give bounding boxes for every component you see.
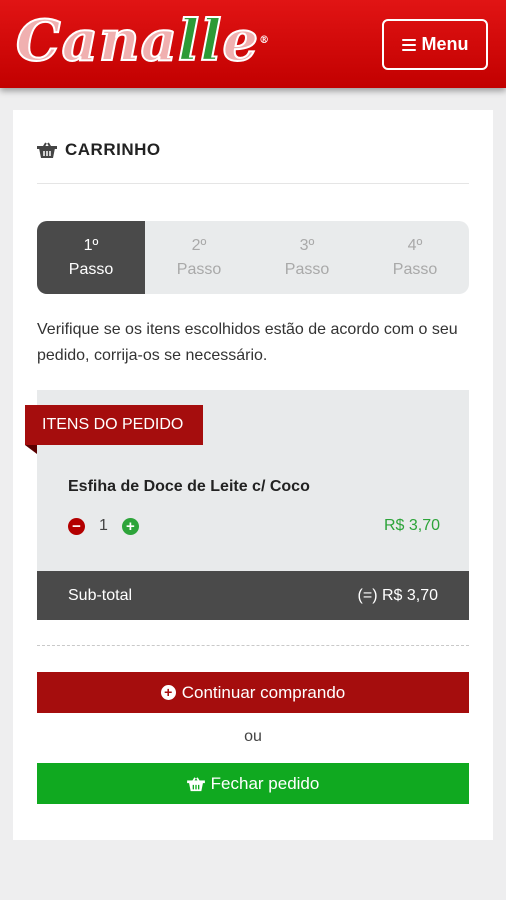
logo[interactable]: Canalle® — [15, 7, 270, 75]
basket-icon — [186, 776, 205, 791]
step-2[interactable]: 2º Passo — [145, 221, 253, 294]
close-order-button[interactable]: Fechar pedido — [37, 763, 469, 804]
step-number: 4º — [407, 236, 423, 254]
or-separator: ou — [244, 728, 262, 745]
ribbon-fold — [25, 445, 37, 454]
item-price: R$ 3,70 — [383, 517, 440, 534]
plus-circle-icon[interactable]: + — [121, 517, 139, 535]
page-title: CARRINHO — [65, 140, 161, 159]
menu-button[interactable]: Menu — [382, 19, 488, 70]
steps-indicator: 1º Passo 2º Passo 3º Passo 4º Passo — [37, 221, 469, 294]
plus-circle-icon: + — [160, 685, 176, 700]
continue-shopping-button[interactable]: + Continuar comprando — [37, 672, 469, 713]
basket-icon — [37, 142, 57, 158]
product-name: Esfiha de Doce de Leite c/ Coco — [68, 478, 310, 495]
cart-card: CARRINHO 1º Passo 2º Passo 3º Passo 4º P… — [13, 110, 493, 840]
menu-label: Menu — [421, 34, 469, 54]
step-label: Passo — [392, 260, 438, 278]
subtotal-value: (=) R$ 3,70 — [357, 586, 438, 604]
close-label: Fechar pedido — [210, 773, 320, 793]
continue-label: Continuar comprando — [181, 682, 346, 702]
minus-circle-icon[interactable]: − — [68, 517, 85, 535]
items-ribbon: ITENS DO PEDIDO — [25, 405, 203, 445]
dashed-divider — [37, 645, 469, 646]
step-1[interactable]: 1º Passo — [37, 221, 145, 294]
step-number: 2º — [191, 236, 207, 254]
subtotal-label: Sub-total — [68, 586, 133, 604]
quantity-value: 1 — [99, 517, 108, 534]
step-label: Passo — [68, 260, 114, 278]
divider — [37, 183, 469, 184]
intro-text: Verifique se os itens escolhidos estão d… — [37, 321, 458, 364]
cart-header: CARRINHO — [37, 140, 161, 160]
step-number: 3º — [299, 236, 315, 254]
step-label: Passo — [284, 260, 330, 278]
subtotal-bar: Sub-total (=) R$ 3,70 — [37, 571, 469, 620]
step-3[interactable]: 3º Passo — [253, 221, 361, 294]
step-4[interactable]: 4º Passo — [361, 221, 469, 294]
quantity-row: − 1 + R$ 3,70 — [68, 514, 440, 538]
step-number: 1º — [83, 236, 99, 254]
hamburger-icon — [401, 38, 416, 51]
top-navbar: Canalle® Menu — [0, 0, 506, 88]
step-label: Passo — [176, 260, 222, 278]
